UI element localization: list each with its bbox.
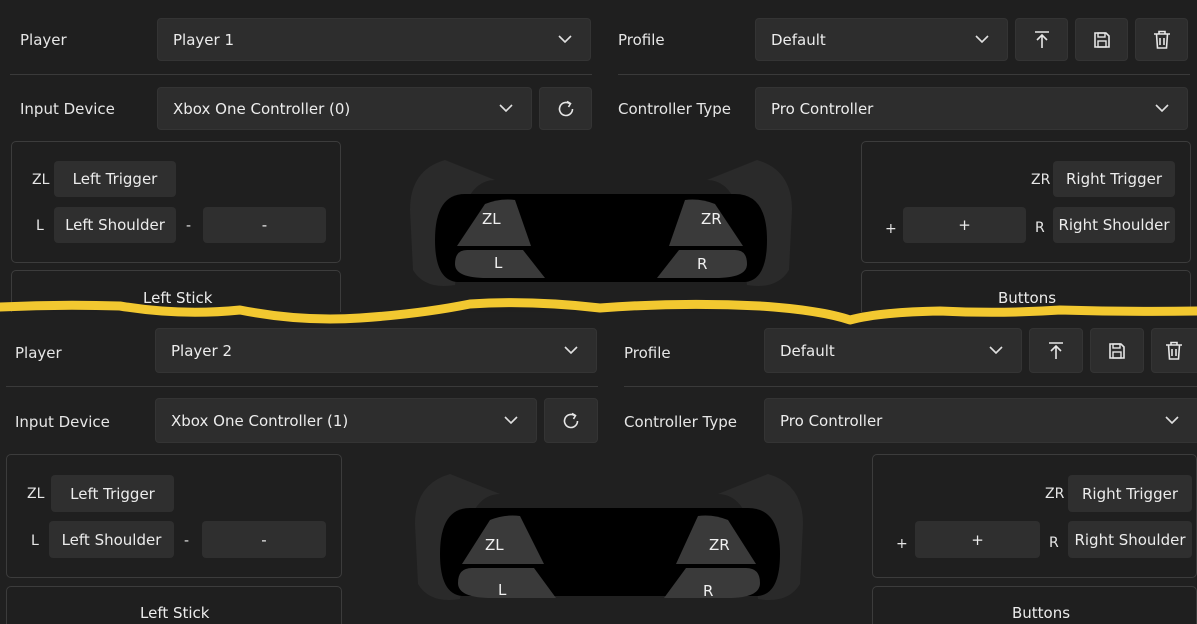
diagram-r-label: R — [697, 255, 707, 273]
left-trigger-button[interactable]: Left Trigger — [54, 161, 176, 197]
row-separator — [618, 74, 1190, 75]
load-profile-button[interactable] — [1015, 18, 1068, 61]
row-separator — [624, 386, 1197, 387]
load-profile-button[interactable] — [1029, 328, 1083, 373]
right-shoulder-button[interactable]: Right Shoulder — [1053, 207, 1175, 243]
chevron-down-icon — [558, 34, 572, 43]
input-device-value: Xbox One Controller (1) — [171, 411, 349, 430]
input-device-label: Input Device — [15, 413, 110, 431]
chevron-down-icon — [1155, 103, 1169, 112]
refresh-icon — [558, 100, 573, 116]
right-buttons-group — [861, 141, 1191, 263]
player-1-panel: Player Player 1 Profile Default Input De… — [0, 0, 1197, 312]
player-dropdown-value: Player 2 — [171, 341, 232, 360]
controller-type-label: Controller Type — [618, 100, 732, 118]
minus-button[interactable]: - — [203, 207, 326, 243]
row-separator — [10, 74, 592, 75]
refresh-devices-button[interactable] — [539, 87, 592, 130]
controller-type-value: Pro Controller — [771, 99, 874, 118]
diagram-r-label: R — [703, 582, 713, 600]
buttons-title: Buttons — [998, 289, 1057, 307]
profile-dropdown[interactable]: Default — [764, 328, 1022, 373]
delete-profile-button[interactable] — [1151, 328, 1197, 373]
zl-label: ZL — [27, 486, 45, 502]
controller-type-label: Controller Type — [624, 413, 738, 431]
trash-icon — [1153, 30, 1170, 49]
controller-diagram: ZL ZR L R — [415, 474, 803, 600]
diagram-zl-label: ZL — [482, 210, 501, 228]
controller-diagram: ZL ZR L R — [410, 160, 792, 286]
chevron-down-icon — [975, 34, 989, 43]
profile-dropdown-value: Default — [780, 341, 835, 360]
chevron-down-icon — [1165, 415, 1179, 424]
upload-icon — [1034, 30, 1049, 48]
delete-profile-button[interactable] — [1135, 18, 1188, 61]
input-device-value: Xbox One Controller (0) — [173, 99, 351, 118]
plus-label: + — [896, 536, 908, 552]
controller-type-dropdown[interactable]: Pro Controller — [755, 87, 1188, 130]
left-stick-title: Left Stick — [140, 604, 210, 622]
zl-label: ZL — [32, 172, 50, 188]
player-label: Player — [15, 344, 62, 362]
profile-dropdown-value: Default — [771, 30, 826, 49]
player-dropdown[interactable]: Player 2 — [155, 328, 597, 373]
left-shoulder-button[interactable]: Left Shoulder — [54, 207, 176, 243]
left-buttons-group — [11, 141, 341, 263]
diagram-l-label: L — [498, 581, 507, 599]
refresh-devices-button[interactable] — [544, 398, 598, 443]
right-buttons-group — [872, 454, 1197, 578]
input-device-dropdown[interactable]: Xbox One Controller (0) — [157, 87, 532, 130]
player-label: Player — [20, 31, 67, 49]
row-separator — [6, 386, 598, 387]
chevron-down-icon — [989, 345, 1003, 354]
trash-icon — [1166, 341, 1182, 360]
chevron-down-icon — [504, 415, 518, 424]
profile-label: Profile — [618, 31, 665, 49]
left-trigger-button[interactable]: Left Trigger — [51, 475, 174, 512]
controller-type-dropdown[interactable]: Pro Controller — [764, 398, 1197, 443]
zr-label: ZR — [1031, 172, 1051, 188]
upload-icon — [1049, 341, 1063, 359]
chevron-down-icon — [564, 345, 578, 354]
plus-button[interactable]: + — [915, 521, 1040, 558]
left-shoulder-button[interactable]: Left Shoulder — [49, 521, 174, 558]
player-dropdown[interactable]: Player 1 — [157, 18, 591, 61]
right-trigger-button[interactable]: Right Trigger — [1053, 161, 1175, 197]
diagram-l-label: L — [494, 254, 503, 272]
diagram-zr-label: ZR — [701, 210, 722, 228]
refresh-icon — [563, 412, 579, 428]
minus-button[interactable]: - — [202, 521, 326, 558]
player-dropdown-value: Player 1 — [173, 30, 234, 49]
profile-label: Profile — [624, 344, 671, 362]
right-trigger-button[interactable]: Right Trigger — [1068, 475, 1192, 512]
save-profile-button[interactable] — [1090, 328, 1144, 373]
l-label: L — [31, 533, 39, 549]
plus-button[interactable]: + — [903, 207, 1026, 243]
chevron-down-icon — [499, 103, 513, 112]
left-stick-title: Left Stick — [143, 289, 213, 307]
left-buttons-group — [6, 454, 342, 578]
r-label: R — [1035, 220, 1045, 236]
right-shoulder-button[interactable]: Right Shoulder — [1068, 521, 1192, 558]
input-device-label: Input Device — [20, 100, 115, 118]
save-icon — [1109, 342, 1125, 359]
player-2-panel: Player Player 2 Profile Default Input De… — [0, 312, 1197, 624]
minus-label: - — [186, 218, 192, 234]
diagram-zr-label: ZR — [709, 536, 730, 554]
r-label: R — [1049, 535, 1059, 551]
diagram-zl-label: ZL — [485, 536, 504, 554]
save-icon — [1093, 31, 1110, 48]
save-profile-button[interactable] — [1075, 18, 1128, 61]
controller-type-value: Pro Controller — [780, 411, 883, 430]
profile-dropdown[interactable]: Default — [755, 18, 1008, 61]
input-device-dropdown[interactable]: Xbox One Controller (1) — [155, 398, 537, 443]
buttons-title: Buttons — [1012, 604, 1071, 622]
minus-label: - — [184, 533, 190, 549]
plus-label: + — [885, 221, 897, 237]
zr-label: ZR — [1045, 486, 1065, 502]
l-label: L — [36, 218, 44, 234]
